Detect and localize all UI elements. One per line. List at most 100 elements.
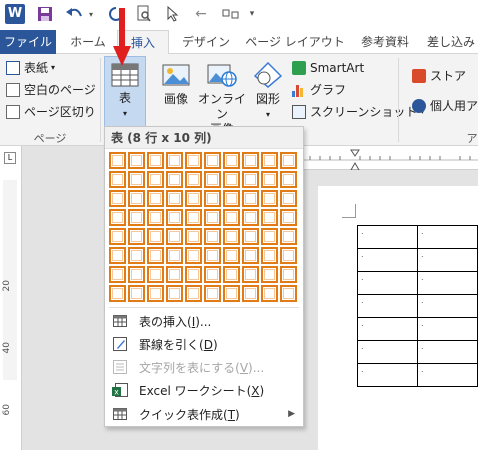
tab-file[interactable]: ファイル — [0, 30, 56, 54]
grid-cell[interactable] — [280, 190, 297, 207]
grid-cell[interactable] — [261, 152, 278, 169]
grid-cell[interactable] — [109, 247, 126, 264]
tab-design[interactable]: デザイン — [174, 30, 238, 54]
grid-cell[interactable] — [204, 285, 221, 302]
grid-cell[interactable] — [185, 152, 202, 169]
grid-cell[interactable] — [242, 171, 259, 188]
grid-cell[interactable] — [166, 171, 183, 188]
grid-cell[interactable] — [261, 209, 278, 226]
blank-page-button[interactable]: 空白のページ — [6, 80, 96, 100]
grid-cell[interactable] — [242, 228, 259, 245]
table-cell[interactable]: . — [357, 225, 418, 249]
grid-cell[interactable] — [166, 228, 183, 245]
grid-cell[interactable] — [166, 266, 183, 283]
grid-cell[interactable] — [185, 266, 202, 283]
grid-cell[interactable] — [147, 247, 164, 264]
tab-page-layout[interactable]: ページ レイアウト — [245, 30, 345, 54]
back-icon[interactable]: ← — [192, 4, 210, 24]
grid-cell[interactable] — [185, 190, 202, 207]
grid-cell[interactable] — [223, 228, 240, 245]
grid-cell[interactable] — [261, 266, 278, 283]
screenshot-button[interactable]: スクリーンショット ▾ — [292, 102, 424, 122]
table-cell[interactable]: . — [417, 317, 478, 341]
grid-cell[interactable] — [109, 209, 126, 226]
grid-cell[interactable] — [242, 266, 259, 283]
smartart-button[interactable]: SmartArt — [292, 58, 364, 78]
grid-cell[interactable] — [223, 209, 240, 226]
undo-dropdown-icon[interactable]: ▾ — [86, 4, 96, 24]
pointer-icon[interactable] — [164, 4, 182, 24]
menu-item-insert-table[interactable]: 表の挿入(I)... — [105, 310, 303, 332]
grid-cell[interactable] — [280, 209, 297, 226]
grid-cell[interactable] — [185, 228, 202, 245]
grid-cell[interactable] — [242, 285, 259, 302]
grid-cell[interactable] — [109, 190, 126, 207]
grid-cell[interactable] — [204, 266, 221, 283]
grid-cell[interactable] — [204, 247, 221, 264]
grid-cell[interactable] — [185, 285, 202, 302]
grid-cell[interactable] — [109, 171, 126, 188]
grid-cell[interactable] — [147, 171, 164, 188]
table-cell[interactable]: . — [357, 294, 418, 318]
grid-cell[interactable] — [109, 285, 126, 302]
grid-cell[interactable] — [280, 152, 297, 169]
grid-cell[interactable] — [128, 266, 145, 283]
grid-cell[interactable] — [109, 228, 126, 245]
grid-cell[interactable] — [242, 152, 259, 169]
tab-home[interactable]: ホーム — [62, 30, 114, 54]
table-cell[interactable]: . — [417, 248, 478, 272]
grid-cell[interactable] — [128, 190, 145, 207]
grid-cell[interactable] — [147, 152, 164, 169]
grid-cell[interactable] — [223, 247, 240, 264]
image-button[interactable]: 画像 — [156, 56, 196, 107]
grid-cell[interactable] — [147, 228, 164, 245]
cover-page-button[interactable]: 表紙 ▾ — [6, 58, 55, 78]
more-icon[interactable] — [220, 4, 242, 24]
tab-mailings[interactable]: 差し込み — [424, 30, 478, 54]
grid-cell[interactable] — [223, 171, 240, 188]
customize-icon[interactable]: ▾ — [246, 4, 258, 24]
grid-cell[interactable] — [280, 171, 297, 188]
store-button[interactable]: ストア — [412, 66, 466, 86]
grid-cell[interactable] — [242, 190, 259, 207]
grid-cell[interactable] — [204, 228, 221, 245]
menu-item-excel-worksheet[interactable]: x Excel ワークシート(X) — [105, 379, 303, 401]
grid-cell[interactable] — [204, 209, 221, 226]
page-break-button[interactable]: ページ区切り — [6, 102, 96, 122]
word-logo-icon[interactable]: W — [5, 4, 25, 24]
grid-cell[interactable] — [128, 285, 145, 302]
table-cell[interactable]: . — [357, 363, 418, 387]
grid-cell[interactable] — [242, 247, 259, 264]
grid-cell[interactable] — [147, 285, 164, 302]
menu-item-quick-table[interactable]: クイック表作成(T) ▶ — [105, 403, 303, 425]
grid-cell[interactable] — [280, 285, 297, 302]
grid-cell[interactable] — [261, 171, 278, 188]
grid-cell[interactable] — [204, 152, 221, 169]
graph-button[interactable]: グラフ — [292, 80, 346, 100]
grid-cell[interactable] — [261, 228, 278, 245]
grid-cell[interactable] — [166, 285, 183, 302]
grid-cell[interactable] — [128, 247, 145, 264]
online-image-button[interactable]: オンライン 画像 — [196, 56, 248, 137]
grid-cell[interactable] — [223, 152, 240, 169]
document-table[interactable]: .............. — [357, 225, 478, 387]
grid-cell[interactable] — [128, 152, 145, 169]
grid-cell[interactable] — [166, 209, 183, 226]
table-cell[interactable]: . — [417, 363, 478, 387]
table-cell[interactable]: . — [417, 225, 478, 249]
grid-cell[interactable] — [147, 266, 164, 283]
table-cell[interactable]: . — [357, 317, 418, 341]
grid-cell[interactable] — [166, 190, 183, 207]
grid-cell[interactable] — [128, 171, 145, 188]
grid-cell[interactable] — [280, 247, 297, 264]
table-cell[interactable]: . — [417, 271, 478, 295]
grid-cell[interactable] — [223, 266, 240, 283]
grid-cell[interactable] — [185, 209, 202, 226]
tab-selector[interactable]: L — [4, 152, 16, 164]
table-cell[interactable]: . — [357, 340, 418, 364]
grid-cell[interactable] — [223, 285, 240, 302]
grid-cell[interactable] — [128, 209, 145, 226]
save-icon[interactable] — [36, 4, 54, 24]
grid-cell[interactable] — [128, 228, 145, 245]
undo-icon[interactable] — [64, 4, 86, 24]
